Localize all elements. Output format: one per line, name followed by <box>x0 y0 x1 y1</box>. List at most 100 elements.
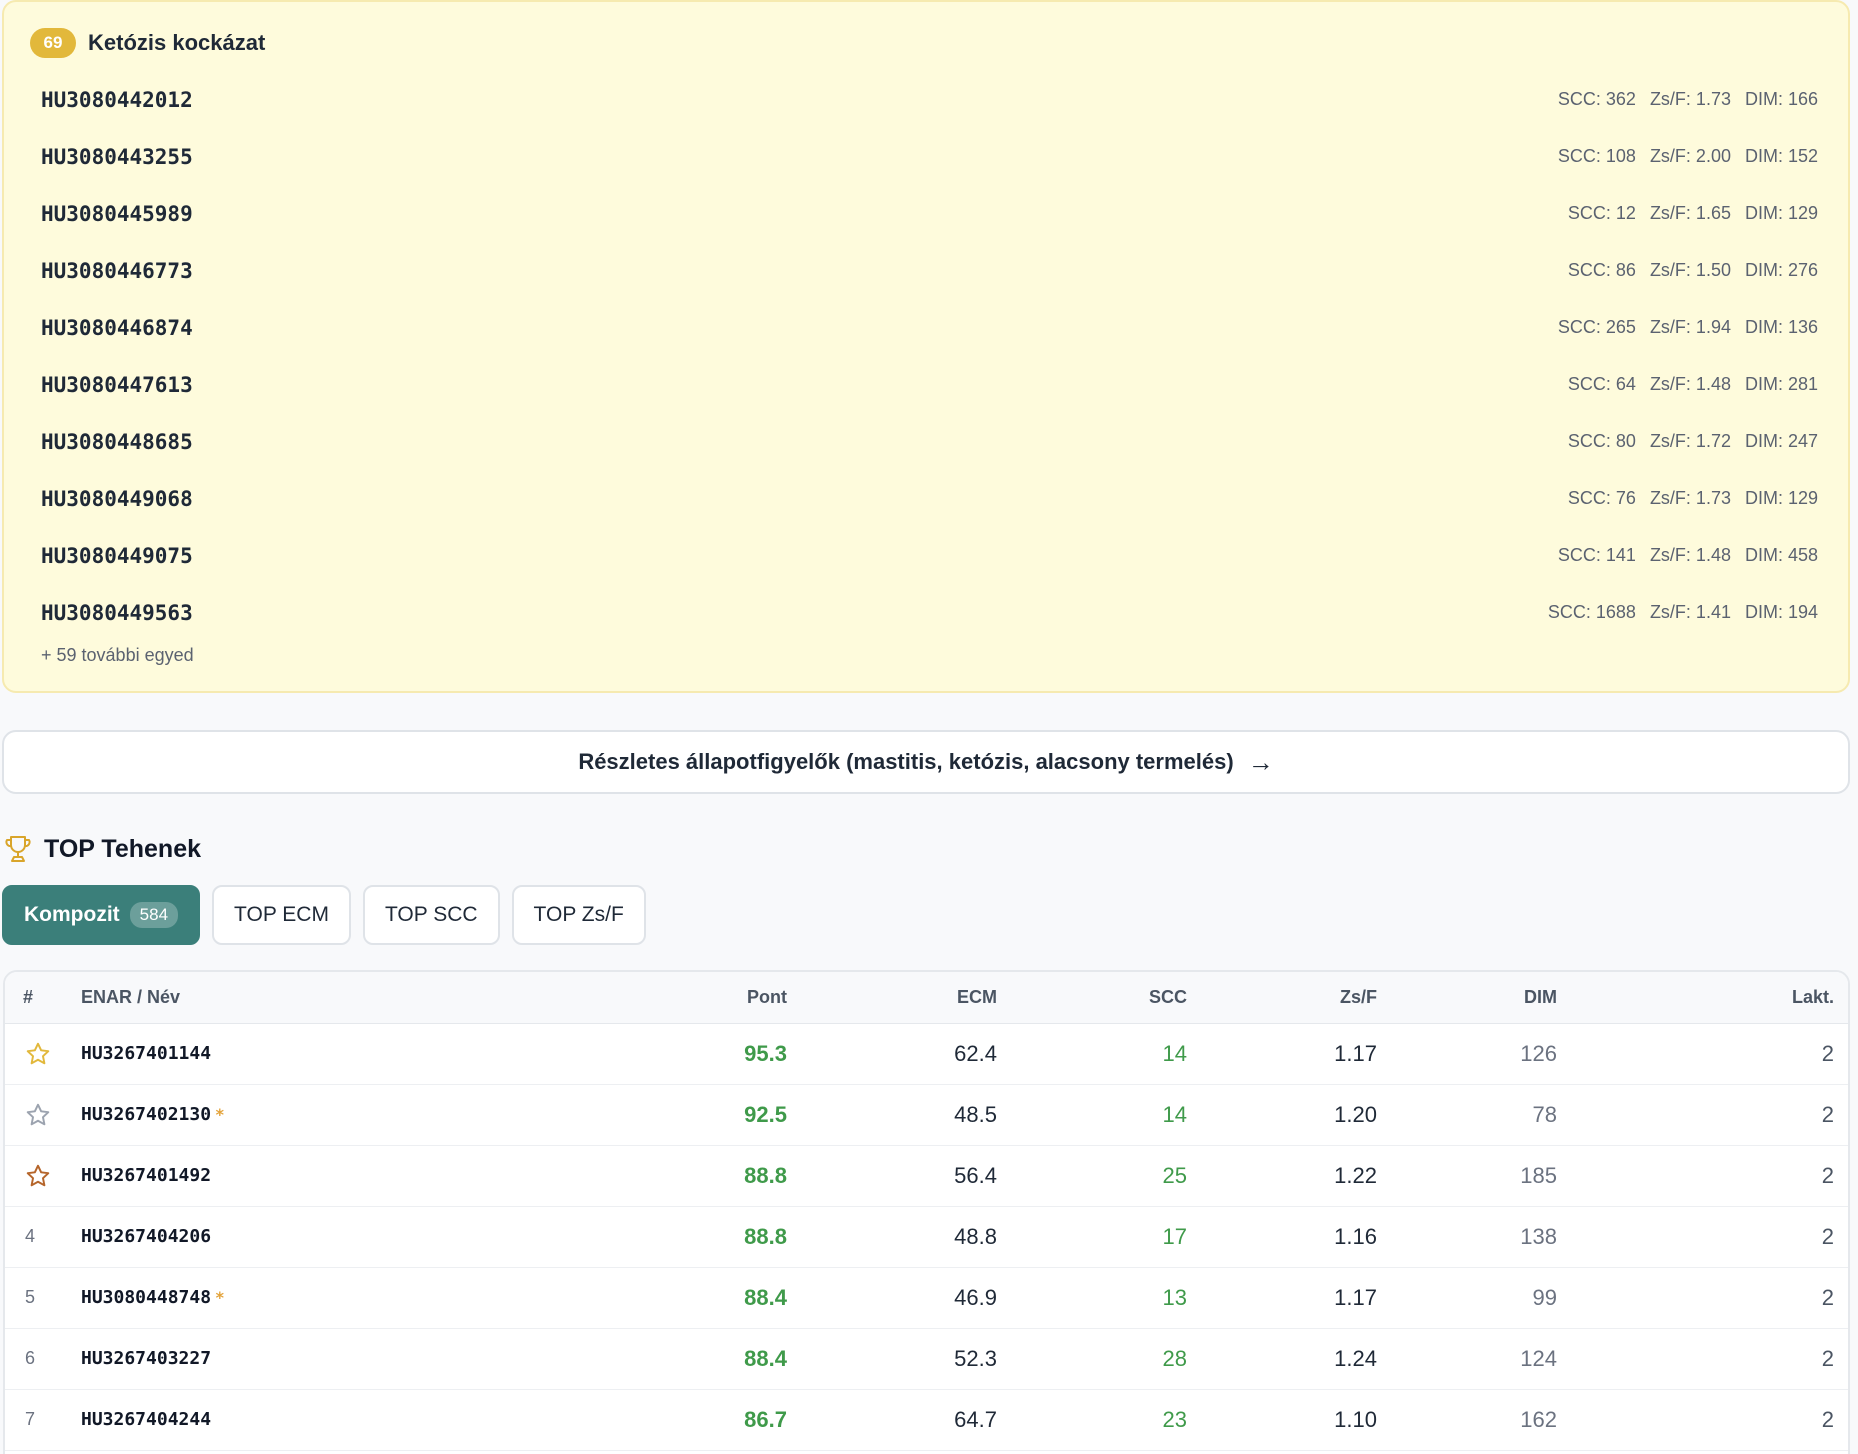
enar-cell: HU3267404206 <box>75 1206 475 1268</box>
table-row[interactable]: HU3267401144 95.3 62.4 14 1.17 126 2 <box>5 1023 1848 1085</box>
cow-id: HU3080445989 <box>41 201 193 226</box>
rank-cell: 8 <box>5 1450 75 1454</box>
top-cows-table-card: # ENAR / Név Pont ECM SCC Zs/F DIM Lakt.… <box>3 970 1850 1454</box>
ketosis-cow-row[interactable]: HU3080449075 SCC: 141 Zs/F: 1.48 DIM: 458 <box>41 527 1818 584</box>
ketosis-cow-row[interactable]: HU3080446773 SCC: 86 Zs/F: 1.50 DIM: 276 <box>41 242 1818 299</box>
tab-top-zsf[interactable]: TOP Zs/F <box>511 885 646 945</box>
cow-id: HU3080446874 <box>41 315 193 340</box>
lakt-cell: 2 <box>1575 1145 1848 1207</box>
table-row[interactable]: 6 HU3267403227 88.4 52.3 28 1.24 124 2 <box>5 1328 1848 1390</box>
lakt-cell: 2 <box>1575 1206 1848 1268</box>
top-tabs: Kompozit 584 TOP ECM TOP SCC TOP Zs/F <box>2 885 646 945</box>
cow-id: HU3080446773 <box>41 258 193 283</box>
ketosis-cow-row[interactable]: HU3080447613 SCC: 64 Zs/F: 1.48 DIM: 281 <box>41 356 1818 413</box>
cow-dim: DIM: 166 <box>1744 89 1818 109</box>
cow-id: HU3080449068 <box>41 486 193 511</box>
cow-scc: SCC: 86 <box>1567 260 1636 280</box>
enar-text: HU3267404206 <box>81 1226 212 1247</box>
header-enar[interactable]: ENAR / Név <box>75 972 475 1024</box>
pont-cell: 88.8 <box>475 1206 805 1268</box>
ketosis-cow-row[interactable]: HU3080448685 SCC: 80 Zs/F: 1.72 DIM: 247 <box>41 413 1818 470</box>
cow-id: HU3080442012 <box>41 87 193 112</box>
ketosis-cow-row[interactable]: HU3080445989 SCC: 12 Zs/F: 1.65 DIM: 129 <box>41 185 1818 242</box>
ketosis-cow-list: HU3080442012 SCC: 362 Zs/F: 1.73 DIM: 166 HU… <box>41 71 1818 641</box>
ecm-cell: 48.5 <box>805 1084 1015 1146</box>
enar-text: HU3267403227 <box>81 1348 212 1369</box>
rank-cell: 5 <box>5 1267 75 1329</box>
lakt-cell: 2 <box>1575 1450 1848 1454</box>
header-ecm[interactable]: ECM <box>805 972 1015 1024</box>
enar-text: HU3267404244 <box>81 1409 212 1430</box>
pont-cell: 88.4 <box>475 1328 805 1390</box>
ketosis-cow-row[interactable]: HU3080449563 SCC: 1688 Zs/F: 1.41 DIM: 194 <box>41 584 1818 641</box>
cow-scc: SCC: 80 <box>1567 431 1636 451</box>
tab-kompozit-label: Kompozit <box>24 903 120 926</box>
table-row[interactable]: 7 HU3267404244 86.7 64.7 23 1.10 162 2 <box>5 1389 1848 1451</box>
pont-cell: 88.4 <box>475 1267 805 1329</box>
header-rank[interactable]: # <box>5 972 75 1024</box>
cow-scc: SCC: 76 <box>1567 488 1636 508</box>
tab-top-ecm[interactable]: TOP ECM <box>212 885 351 945</box>
scc-cell: 28 <box>1015 1328 1205 1390</box>
header-zsf[interactable]: Zs/F <box>1205 972 1395 1024</box>
enar-cell: HU3080448748 * <box>75 1267 475 1329</box>
rank-cell <box>5 1023 75 1085</box>
rank-cell <box>5 1145 75 1207</box>
enar-cell: HU3267403910 <box>75 1450 475 1454</box>
table-row[interactable]: 8HU326740391086.755.2221.181422 <box>5 1450 1848 1454</box>
zsf-cell: 1.24 <box>1205 1328 1395 1390</box>
scc-cell: 13 <box>1015 1267 1205 1329</box>
table-row[interactable]: HU3267401492 88.8 56.4 25 1.22 185 2 <box>5 1145 1848 1207</box>
dim-cell: 142 <box>1395 1450 1575 1454</box>
tab-top-scc-label: TOP SCC <box>384 903 478 926</box>
table-row[interactable]: 5 HU3080448748 * 88.4 46.9 13 1.17 99 2 <box>5 1267 1848 1329</box>
table-row[interactable]: HU3267402130 * 92.5 48.5 14 1.20 78 2 <box>5 1084 1848 1146</box>
detailed-monitors-label: Részletes állapotfigyelők (mastitis, ket… <box>578 749 1234 774</box>
ecm-cell: 64.7 <box>805 1389 1015 1451</box>
ketosis-cow-row[interactable]: HU3080443255 SCC: 108 Zs/F: 2.00 DIM: 152 <box>41 128 1818 185</box>
cow-zsf: Zs/F: 1.41 <box>1649 602 1731 622</box>
header-scc[interactable]: SCC <box>1015 972 1205 1024</box>
table-row[interactable]: 4 HU3267404206 88.8 48.8 17 1.16 138 2 <box>5 1206 1848 1268</box>
zsf-cell: 1.17 <box>1205 1267 1395 1329</box>
dim-cell: 138 <box>1395 1206 1575 1268</box>
header-lakt[interactable]: Lakt. <box>1575 972 1848 1024</box>
ketosis-cow-row[interactable]: HU3080449068 SCC: 76 Zs/F: 1.73 DIM: 129 <box>41 470 1818 527</box>
cow-zsf: Zs/F: 1.94 <box>1649 317 1731 337</box>
tab-kompozit[interactable]: Kompozit 584 <box>2 885 201 945</box>
dim-cell: 126 <box>1395 1023 1575 1085</box>
zsf-cell: 1.10 <box>1205 1389 1395 1451</box>
tab-top-scc[interactable]: TOP SCC <box>362 885 500 945</box>
header-dim[interactable]: DIM <box>1395 972 1575 1024</box>
detailed-monitors-button[interactable]: Részletes állapotfigyelők (mastitis, ket… <box>2 730 1850 794</box>
ketosis-cow-row[interactable]: HU3080442012 SCC: 362 Zs/F: 1.73 DIM: 166 <box>41 71 1818 128</box>
lakt-cell: 2 <box>1575 1084 1848 1146</box>
top-cows-table-body: HU3267401144 95.3 62.4 14 1.17 126 2 HU32674021… <box>5 1023 1848 1454</box>
rank-cell <box>5 1084 75 1146</box>
cow-stats: SCC: 108 Zs/F: 2.00 DIM: 152 <box>1558 146 1818 167</box>
dim-cell: 99 <box>1395 1267 1575 1329</box>
cow-zsf: Zs/F: 1.48 <box>1649 374 1731 394</box>
cow-zsf: Zs/F: 1.73 <box>1649 488 1731 508</box>
dim-cell: 124 <box>1395 1328 1575 1390</box>
scc-cell: 17 <box>1015 1206 1205 1268</box>
cow-dim: DIM: 129 <box>1744 488 1818 508</box>
ketosis-cow-row[interactable]: HU3080446874 SCC: 265 Zs/F: 1.94 DIM: 136 <box>41 299 1818 356</box>
ketosis-risk-card: 69 Ketózis kockázat HU3080442012 SCC: 362… <box>2 0 1850 693</box>
cow-zsf: Zs/F: 1.72 <box>1649 431 1731 451</box>
cow-stats: SCC: 86 Zs/F: 1.50 DIM: 276 <box>1568 260 1818 281</box>
cow-scc: SCC: 108 <box>1557 146 1636 166</box>
cow-dim: DIM: 194 <box>1744 602 1818 622</box>
ecm-cell: 46.9 <box>805 1267 1015 1329</box>
cow-dim: DIM: 276 <box>1744 260 1818 280</box>
header-pont[interactable]: Pont <box>475 972 805 1024</box>
cow-scc: SCC: 1688 <box>1547 602 1636 622</box>
scc-cell: 14 <box>1015 1084 1205 1146</box>
scc-cell: 25 <box>1015 1145 1205 1207</box>
cow-zsf: Zs/F: 1.50 <box>1649 260 1731 280</box>
dim-cell: 185 <box>1395 1145 1575 1207</box>
ecm-cell: 62.4 <box>805 1023 1015 1085</box>
cow-id: HU3080448685 <box>41 429 193 454</box>
scc-cell: 22 <box>1015 1450 1205 1454</box>
cow-dim: DIM: 129 <box>1744 203 1818 223</box>
